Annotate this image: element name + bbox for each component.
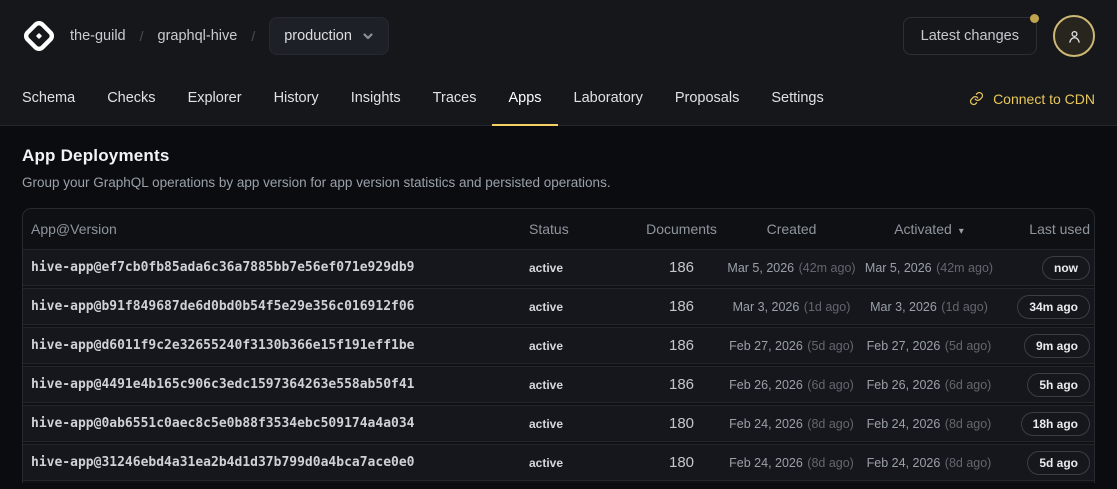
table-row[interactable]: hive-app@d6011f9c2e32655240f3130b366e15f… xyxy=(23,327,1094,364)
tab-explorer[interactable]: Explorer xyxy=(172,72,258,126)
last-used-badge: now xyxy=(1042,256,1090,280)
cell-activated: Feb 24, 2026 (8d ago) xyxy=(859,415,999,433)
cell-created: Feb 26, 2026 (6d ago) xyxy=(724,376,859,394)
cell-documents: 186 xyxy=(639,376,724,393)
page-title: App Deployments xyxy=(22,146,1095,166)
column-header-last-used[interactable]: Last used xyxy=(999,221,1094,237)
tab-history[interactable]: History xyxy=(258,72,335,126)
cell-documents: 180 xyxy=(639,454,724,471)
cell-status: active xyxy=(521,300,639,314)
column-header-documents[interactable]: Documents xyxy=(639,221,724,237)
nav-tabs: SchemaChecksExplorerHistoryInsightsTrace… xyxy=(6,72,840,125)
cell-status: active xyxy=(521,456,639,470)
table-body: hive-app@ef7cb0fb85ada6c36a7885bb7e56ef0… xyxy=(23,249,1094,481)
cell-last-used: 5d ago xyxy=(999,451,1094,475)
breadcrumb-separator: / xyxy=(251,28,255,44)
column-header-activated-label: Activated xyxy=(894,221,952,237)
breadcrumb-org[interactable]: the-guild xyxy=(70,28,126,44)
app-deployments-table: App@Version Status Documents Created Act… xyxy=(22,208,1095,483)
cell-activated: Mar 5, 2026 (42m ago) xyxy=(859,259,999,277)
target-selector-value: production xyxy=(284,28,352,44)
column-header-app-version[interactable]: App@Version xyxy=(23,221,521,237)
last-used-badge: 5d ago xyxy=(1027,451,1090,475)
cell-status: active xyxy=(521,339,639,353)
table-row[interactable]: hive-app@ef7cb0fb85ada6c36a7885bb7e56ef0… xyxy=(23,249,1094,286)
top-bar: the-guild / graphql-hive / production La… xyxy=(0,0,1117,126)
last-used-badge: 34m ago xyxy=(1017,295,1090,319)
cell-activated: Feb 24, 2026 (8d ago) xyxy=(859,454,999,472)
tab-traces[interactable]: Traces xyxy=(417,72,493,126)
page-subtitle: Group your GraphQL operations by app ver… xyxy=(22,175,1095,190)
cell-status: active xyxy=(521,378,639,392)
table-row[interactable]: hive-app@0ab6551c0aec8c5e0b88f3534ebc509… xyxy=(23,405,1094,442)
last-used-badge: 18h ago xyxy=(1021,412,1090,436)
nav-spacer xyxy=(840,72,969,125)
tab-settings[interactable]: Settings xyxy=(755,72,839,126)
column-header-created[interactable]: Created xyxy=(724,221,859,237)
cell-last-used: 34m ago xyxy=(999,295,1094,319)
connect-to-cdn-label: Connect to CDN xyxy=(993,91,1095,107)
hive-logo-icon[interactable] xyxy=(22,19,56,53)
user-avatar[interactable] xyxy=(1053,15,1095,57)
cell-created: Feb 27, 2026 (5d ago) xyxy=(724,337,859,355)
cell-last-used: 5h ago xyxy=(999,373,1094,397)
cell-status: active xyxy=(521,417,639,431)
cell-app-version: hive-app@d6011f9c2e32655240f3130b366e15f… xyxy=(23,338,521,353)
table-row[interactable]: hive-app@31246ebd4a31ea2b4d1d37b799d0a4b… xyxy=(23,444,1094,481)
cell-app-version: hive-app@ef7cb0fb85ada6c36a7885bb7e56ef0… xyxy=(23,260,521,275)
connect-to-cdn-link[interactable]: Connect to CDN xyxy=(969,72,1095,125)
cell-app-version: hive-app@0ab6551c0aec8c5e0b88f3534ebc509… xyxy=(23,416,521,431)
cell-app-version: hive-app@4491e4b165c906c3edc1597364263e5… xyxy=(23,377,521,392)
latest-changes-label: Latest changes xyxy=(921,28,1019,44)
nav-bar: SchemaChecksExplorerHistoryInsightsTrace… xyxy=(0,72,1117,125)
last-used-badge: 5h ago xyxy=(1027,373,1090,397)
main-content: App Deployments Group your GraphQL opera… xyxy=(0,126,1117,483)
header-row: the-guild / graphql-hive / production La… xyxy=(0,0,1117,72)
cell-last-used: 18h ago xyxy=(999,412,1094,436)
cell-documents: 180 xyxy=(639,415,724,432)
cell-status: active xyxy=(521,261,639,275)
cell-activated: Feb 27, 2026 (5d ago) xyxy=(859,337,999,355)
cell-activated: Feb 26, 2026 (6d ago) xyxy=(859,376,999,394)
target-selector[interactable]: production xyxy=(269,17,389,55)
link-icon xyxy=(969,91,984,106)
breadcrumb-separator: / xyxy=(140,28,144,44)
cell-created: Mar 5, 2026 (42m ago) xyxy=(724,259,859,277)
tab-insights[interactable]: Insights xyxy=(335,72,417,126)
chevron-down-icon xyxy=(362,30,374,42)
cell-created: Feb 24, 2026 (8d ago) xyxy=(724,454,859,472)
tab-schema[interactable]: Schema xyxy=(6,72,91,126)
cell-last-used: now xyxy=(999,256,1094,280)
cell-activated: Mar 3, 2026 (1d ago) xyxy=(859,298,999,316)
cell-documents: 186 xyxy=(639,337,724,354)
breadcrumb: the-guild / graphql-hive / production xyxy=(70,17,389,55)
latest-changes-button[interactable]: Latest changes xyxy=(903,17,1037,55)
notification-dot xyxy=(1030,14,1039,23)
cell-created: Feb 24, 2026 (8d ago) xyxy=(724,415,859,433)
column-header-activated[interactable]: Activated ▾ xyxy=(859,221,999,237)
tab-laboratory[interactable]: Laboratory xyxy=(558,72,659,126)
last-used-badge: 9m ago xyxy=(1024,334,1090,358)
cell-app-version: hive-app@31246ebd4a31ea2b4d1d37b799d0a4b… xyxy=(23,455,521,470)
person-icon xyxy=(1066,28,1083,45)
sort-descending-icon: ▾ xyxy=(959,226,964,237)
cell-app-version: hive-app@b91f849687de6d0bd0b54f5e29e356c… xyxy=(23,299,521,314)
breadcrumb-project[interactable]: graphql-hive xyxy=(158,28,238,44)
table-row[interactable]: hive-app@4491e4b165c906c3edc1597364263e5… xyxy=(23,366,1094,403)
tab-checks[interactable]: Checks xyxy=(91,72,171,126)
tab-apps[interactable]: Apps xyxy=(492,72,557,126)
table-header-row: App@Version Status Documents Created Act… xyxy=(23,209,1094,249)
cell-documents: 186 xyxy=(639,259,724,276)
column-header-status[interactable]: Status xyxy=(521,221,639,237)
cell-documents: 186 xyxy=(639,298,724,315)
tab-proposals[interactable]: Proposals xyxy=(659,72,755,126)
table-row[interactable]: hive-app@b91f849687de6d0bd0b54f5e29e356c… xyxy=(23,288,1094,325)
cell-last-used: 9m ago xyxy=(999,334,1094,358)
cell-created: Mar 3, 2026 (1d ago) xyxy=(724,298,859,316)
